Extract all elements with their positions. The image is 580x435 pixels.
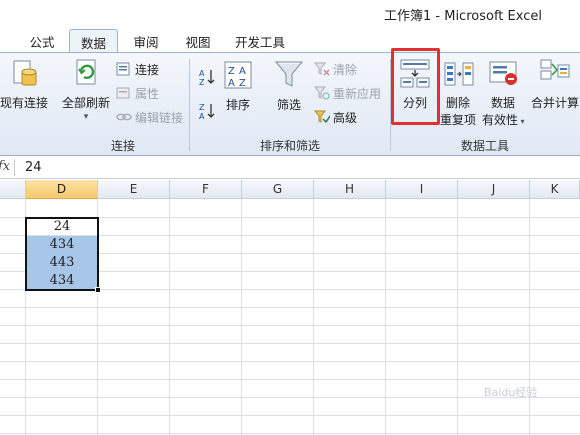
svg-text:A: A: [239, 66, 246, 77]
consolidate-icon: [540, 59, 570, 80]
column-header-d[interactable]: D: [26, 180, 98, 199]
refresh-all-button[interactable]: 全部刷新 ▾: [60, 57, 112, 122]
svg-text:Z: Z: [199, 78, 205, 87]
group-separator: [189, 59, 190, 151]
tab-formulas[interactable]: 公式: [22, 29, 62, 53]
row-header-corner: [0, 180, 26, 199]
existing-connections-button[interactable]: 现有连接: [0, 57, 52, 112]
edit-links-button[interactable]: 编辑链接: [116, 109, 183, 127]
data-validation-label-2: 有效性 ▾: [482, 112, 525, 130]
gridline: [0, 433, 580, 434]
remove-duplicates-button[interactable]: 删除 重复项: [438, 57, 478, 129]
filter-icon: [274, 61, 304, 87]
advanced-label: 高级: [333, 111, 358, 125]
data-validation-label-1: 数据: [490, 96, 515, 110]
dropdown-arrow-icon: ▾: [83, 112, 89, 122]
window-title: 工作簿1 - Microsoft Excel: [384, 9, 542, 24]
dropdown-arrow-icon: ▾: [518, 117, 525, 126]
reapply-label: 重新应用: [333, 87, 382, 101]
svg-text:A: A: [199, 69, 205, 78]
advanced-filter-icon: [314, 110, 330, 124]
refresh-all-label: 全部刷新: [61, 96, 110, 110]
tab-review[interactable]: 审阅: [126, 29, 166, 53]
clear-filter-button[interactable]: 清除: [314, 61, 357, 79]
column-header-e[interactable]: E: [98, 180, 170, 199]
gridline: [0, 343, 580, 344]
connections-button[interactable]: 连接: [116, 61, 159, 79]
tab-data[interactable]: 数据: [69, 29, 118, 54]
formula-bar-separator: [14, 159, 15, 176]
group-label-sort-filter: 排序和筛选: [259, 139, 320, 153]
svg-text:Z: Z: [199, 103, 205, 112]
svg-text:Z: Z: [239, 78, 246, 89]
connections-icon: [116, 62, 130, 76]
column-header-i[interactable]: I: [386, 180, 458, 199]
sort-ascending-button[interactable]: AZ: [198, 67, 216, 87]
formula-input[interactable]: 24: [25, 160, 42, 175]
column-header-h[interactable]: H: [314, 180, 386, 199]
title-bar: 工作簿1 - Microsoft Excel: [0, 0, 580, 25]
properties-button[interactable]: 属性: [116, 85, 159, 103]
link-icon: [116, 113, 132, 121]
filter-button[interactable]: 筛选: [272, 59, 306, 114]
formula-bar: fx 24: [0, 157, 580, 179]
data-validation-label-2-text: 有效性: [482, 113, 519, 127]
sort-za-icon: ZA: [199, 103, 215, 121]
sort-icon: ZA AZ: [224, 61, 252, 89]
ribbon-tabs: 公式 数据 审阅 视图 开发工具: [0, 25, 580, 54]
group-label-connections: 连接: [110, 139, 135, 153]
svg-text:A: A: [228, 78, 235, 89]
clear-filter-icon: [314, 62, 330, 76]
gridline: [0, 379, 580, 380]
watermark: Baidu经验: [484, 386, 538, 399]
filter-label: 筛选: [276, 98, 301, 112]
consolidate-button[interactable]: 合并计算: [528, 57, 580, 112]
data-validation-icon: [489, 61, 517, 85]
highlight-box: [391, 48, 440, 125]
gridline: [0, 361, 580, 362]
gridline: [0, 325, 580, 326]
consolidate-label: 合并计算: [530, 96, 579, 110]
connections-label: 连接: [135, 63, 160, 77]
properties-label: 属性: [135, 87, 160, 101]
edit-links-label: 编辑链接: [135, 111, 184, 125]
refresh-icon: [76, 59, 96, 85]
sort-button[interactable]: ZA AZ 排序: [222, 59, 254, 114]
existing-connections-icon: [13, 60, 37, 86]
group-label-data-tools: 数据工具: [460, 139, 509, 153]
sort-descending-button[interactable]: ZA: [198, 101, 216, 121]
selection-border: [25, 217, 99, 291]
sort-az-icon: AZ: [199, 69, 215, 87]
svg-text:Z: Z: [228, 66, 235, 77]
column-header-k[interactable]: K: [530, 180, 580, 199]
fill-handle[interactable]: [95, 287, 101, 293]
reapply-button[interactable]: 重新应用: [314, 85, 381, 103]
svg-text:A: A: [199, 112, 205, 121]
column-header-j[interactable]: J: [458, 180, 530, 199]
tab-developer[interactable]: 开发工具: [228, 29, 292, 53]
column-header-g[interactable]: G: [242, 180, 314, 199]
existing-connections-label: 现有连接: [0, 96, 48, 110]
advanced-filter-button[interactable]: 高级: [314, 109, 357, 127]
sort-label: 排序: [225, 98, 250, 112]
clear-label: 清除: [333, 63, 358, 77]
remove-duplicates-label-1: 删除: [445, 96, 470, 110]
fx-icon[interactable]: fx: [0, 159, 12, 174]
reapply-icon: [314, 86, 330, 100]
data-validation-button[interactable]: 数据 有效性 ▾: [482, 57, 525, 130]
properties-icon: [116, 87, 130, 99]
column-header-f[interactable]: F: [170, 180, 242, 199]
ribbon: 现有连接 全部刷新 ▾ 连接 属性 编辑链接 连接 AZ ZA ZA AZ 排序: [0, 52, 580, 156]
gridline: [0, 415, 580, 416]
remove-duplicates-icon: [444, 62, 474, 86]
tab-view[interactable]: 视图: [178, 29, 218, 53]
gridline: [0, 307, 580, 308]
remove-duplicates-label-2: 重复项: [439, 113, 476, 127]
